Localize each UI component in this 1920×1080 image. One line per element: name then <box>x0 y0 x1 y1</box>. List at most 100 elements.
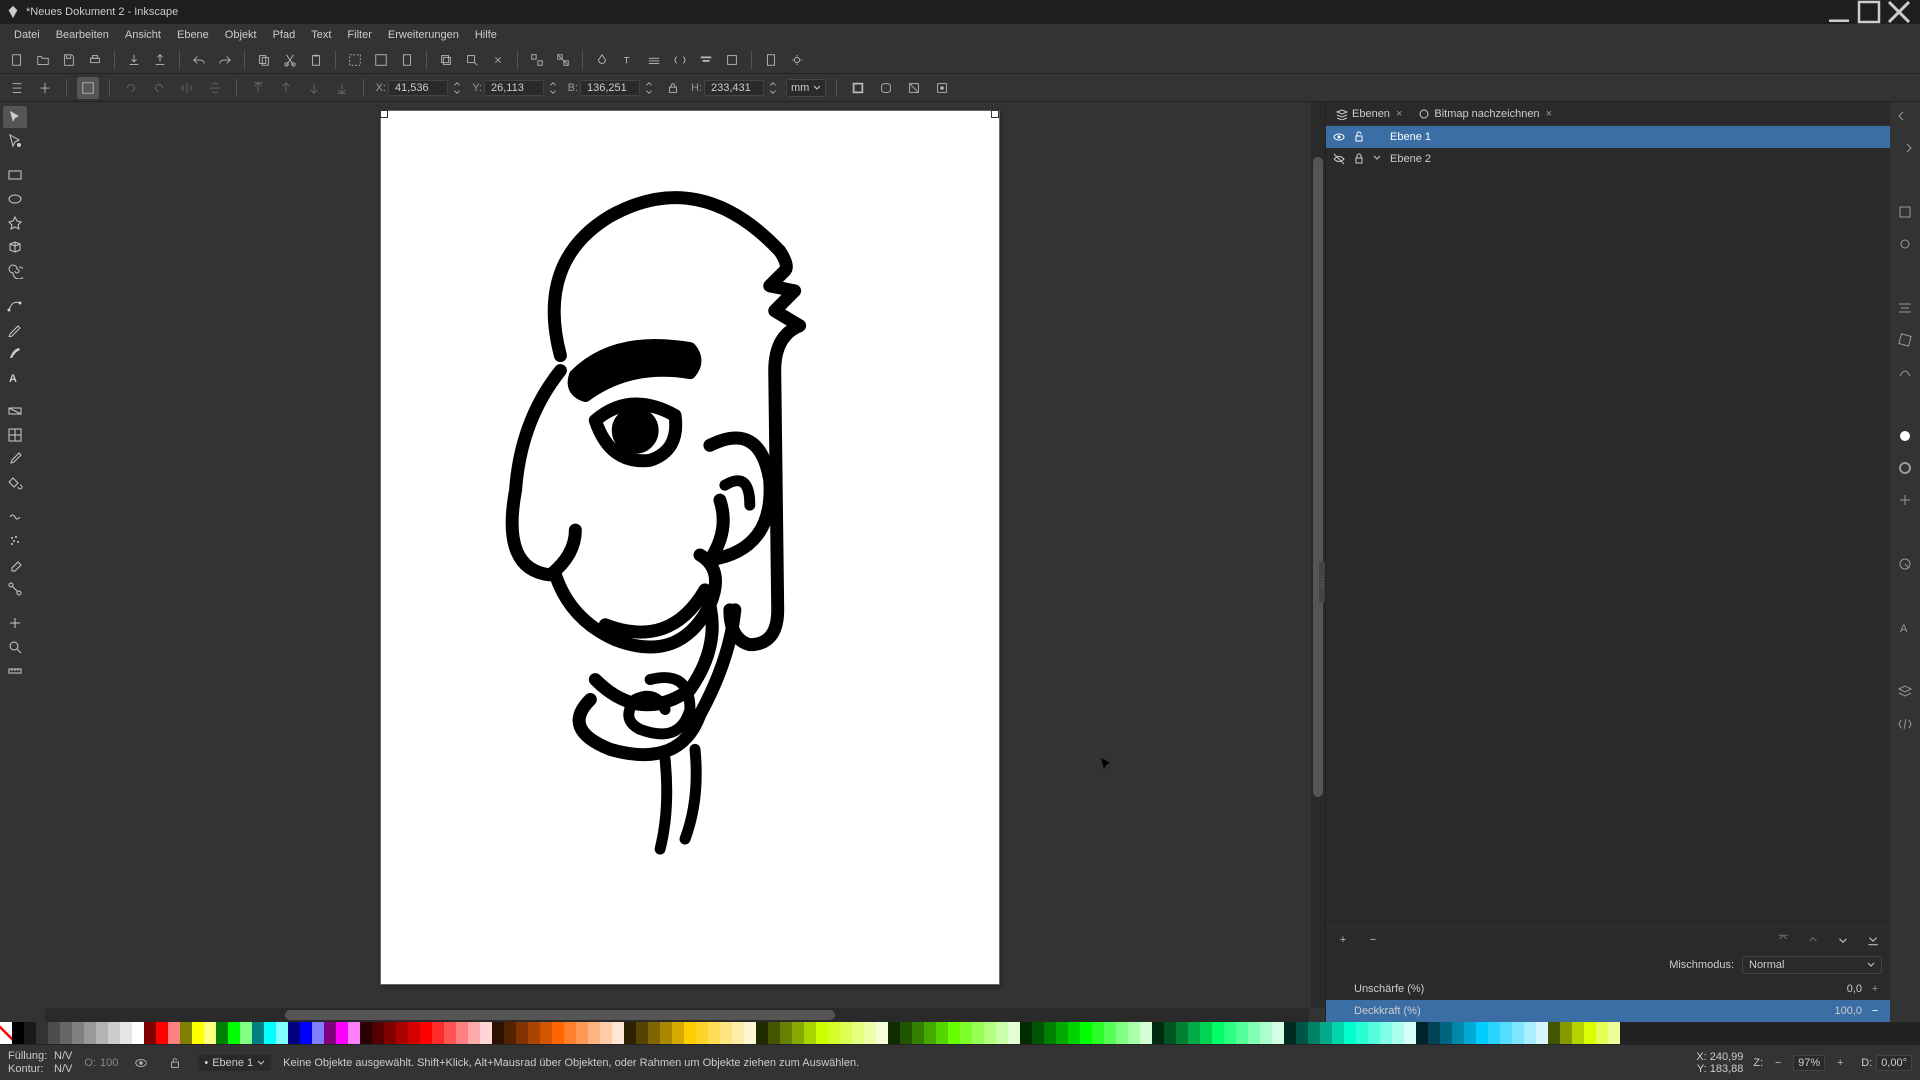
document-properties-button[interactable] <box>760 49 782 71</box>
dock-rotate-icon[interactable] <box>1894 234 1916 254</box>
current-layer-select[interactable]: • Ebene 1 <box>198 1055 271 1071</box>
color-swatch[interactable] <box>564 1022 576 1044</box>
close-tab-icon[interactable]: × <box>1546 108 1552 120</box>
opacity-slider[interactable]: − Deckkraft (%) 100,0 − <box>1326 1000 1890 1022</box>
color-swatch[interactable] <box>12 1022 24 1044</box>
raise-button[interactable] <box>275 77 297 99</box>
menu-hilfe[interactable]: Hilfe <box>467 27 505 43</box>
select-all-layers-button[interactable] <box>77 77 99 99</box>
color-swatch[interactable] <box>1116 1022 1128 1044</box>
paint-bucket-tool[interactable] <box>3 472 27 494</box>
group-button[interactable] <box>526 49 548 71</box>
color-swatch[interactable] <box>1404 1022 1416 1044</box>
color-swatch[interactable] <box>312 1022 324 1044</box>
layer-name[interactable]: Ebene 2 <box>1390 153 1431 165</box>
color-swatch[interactable] <box>1572 1022 1584 1044</box>
zoom-in-icon[interactable]: + <box>1829 1052 1851 1074</box>
color-swatch[interactable] <box>780 1022 792 1044</box>
color-swatch[interactable] <box>456 1022 468 1044</box>
h-spin-icon[interactable] <box>766 77 780 99</box>
blend-mode-select[interactable]: Normal <box>1742 956 1882 974</box>
color-swatch[interactable] <box>972 1022 984 1044</box>
swatch-none[interactable] <box>0 1022 12 1044</box>
color-swatch[interactable] <box>48 1022 60 1044</box>
color-swatch[interactable] <box>696 1022 708 1044</box>
color-swatch[interactable] <box>1224 1022 1236 1044</box>
new-button[interactable] <box>6 49 28 71</box>
color-swatch[interactable] <box>1356 1022 1368 1044</box>
spiral-tool[interactable] <box>3 260 27 282</box>
fill-stroke-button[interactable] <box>591 49 613 71</box>
expand-arrow-icon[interactable] <box>1372 153 1384 166</box>
visibility-toggle-icon[interactable] <box>130 1052 152 1074</box>
rotate-ccw-button[interactable] <box>120 77 142 99</box>
color-swatch[interactable] <box>420 1022 432 1044</box>
color-swatch[interactable] <box>1176 1022 1188 1044</box>
plus-icon[interactable]: + <box>1868 983 1882 995</box>
color-swatch[interactable] <box>1452 1022 1464 1044</box>
unlink-clone-button[interactable] <box>487 49 509 71</box>
color-swatch[interactable] <box>108 1022 120 1044</box>
color-swatch[interactable] <box>468 1022 480 1044</box>
color-swatch[interactable] <box>1152 1022 1164 1044</box>
selector-tool[interactable] <box>3 106 27 128</box>
text-tool[interactable]: A <box>3 366 27 388</box>
color-swatch[interactable] <box>1500 1022 1512 1044</box>
color-swatch[interactable] <box>60 1022 72 1044</box>
raise-layer-button[interactable] <box>1802 929 1824 951</box>
color-swatch[interactable] <box>252 1022 264 1044</box>
color-swatch[interactable] <box>648 1022 660 1044</box>
color-swatch[interactable] <box>36 1022 48 1044</box>
color-swatch[interactable] <box>132 1022 144 1044</box>
color-swatch[interactable] <box>1560 1022 1572 1044</box>
open-button[interactable] <box>32 49 54 71</box>
color-swatch[interactable] <box>600 1022 612 1044</box>
dock-text-icon[interactable]: A <box>1894 618 1916 638</box>
minimize-button[interactable] <box>1824 2 1854 22</box>
color-swatch[interactable] <box>1140 1022 1152 1044</box>
color-swatch[interactable] <box>1524 1022 1536 1044</box>
color-swatch[interactable] <box>192 1022 204 1044</box>
color-swatch[interactable] <box>1236 1022 1248 1044</box>
lock-toggle-icon[interactable] <box>164 1052 186 1074</box>
color-swatch[interactable] <box>1272 1022 1284 1044</box>
plus-minus-icon[interactable]: − <box>1868 1005 1882 1017</box>
undo-button[interactable] <box>188 49 210 71</box>
tab-bitmap[interactable]: Bitmap nachzeichnen × <box>1412 106 1558 122</box>
bezier-tool[interactable] <box>3 294 27 316</box>
pencil-tool[interactable] <box>3 318 27 340</box>
mesh-tool[interactable] <box>3 424 27 446</box>
color-swatch[interactable] <box>552 1022 564 1044</box>
color-swatch[interactable] <box>660 1022 672 1044</box>
color-swatch[interactable] <box>1536 1022 1548 1044</box>
color-swatch[interactable] <box>204 1022 216 1044</box>
layer-name[interactable]: Ebene 1 <box>1390 131 1431 143</box>
color-swatch[interactable] <box>1608 1022 1620 1044</box>
color-swatch[interactable] <box>384 1022 396 1044</box>
color-swatch[interactable] <box>1380 1022 1392 1044</box>
color-swatch[interactable] <box>72 1022 84 1044</box>
color-swatch[interactable] <box>516 1022 528 1044</box>
zoom-control[interactable]: Z: − 97% + <box>1753 1052 1851 1074</box>
zoom-value[interactable]: 97% <box>1793 1055 1825 1071</box>
fill-value[interactable]: N/V <box>54 1050 72 1062</box>
color-swatch[interactable] <box>1188 1022 1200 1044</box>
move-patterns-button[interactable] <box>931 77 953 99</box>
w-input[interactable]: 136,251 <box>580 80 640 96</box>
text-dialog-button[interactable]: T <box>617 49 639 71</box>
color-swatch[interactable] <box>1428 1022 1440 1044</box>
color-swatch[interactable] <box>1464 1022 1476 1044</box>
node-tool[interactable] <box>3 130 27 152</box>
color-swatch[interactable] <box>792 1022 804 1044</box>
lower-button[interactable] <box>303 77 325 99</box>
menu-datei[interactable]: Datei <box>6 27 48 43</box>
color-swatch[interactable] <box>588 1022 600 1044</box>
layer-row-1[interactable]: Ebene 1 <box>1326 126 1890 148</box>
move-gradients-button[interactable] <box>903 77 925 99</box>
color-swatch[interactable] <box>1056 1022 1068 1044</box>
color-swatch[interactable] <box>1044 1022 1056 1044</box>
color-swatch[interactable] <box>1032 1022 1044 1044</box>
color-swatch[interactable] <box>168 1022 180 1044</box>
dock-redo-icon[interactable] <box>1894 138 1916 158</box>
scale-stroke-button[interactable] <box>847 77 869 99</box>
